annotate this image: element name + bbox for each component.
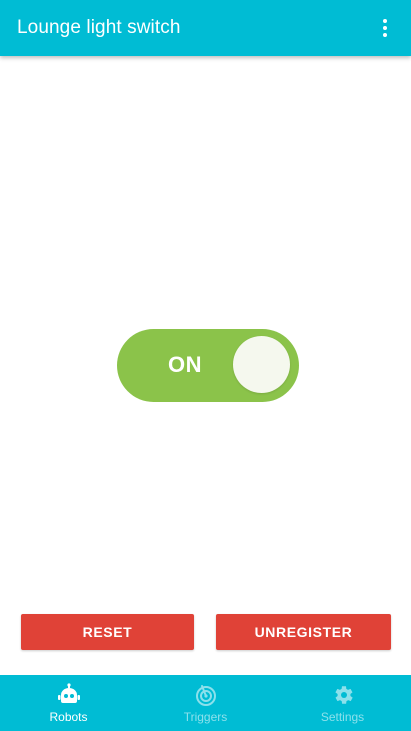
more-vert-icon (383, 19, 387, 23)
light-toggle-switch[interactable]: ON (117, 329, 299, 402)
unregister-button[interactable]: UNREGISTER (216, 614, 391, 650)
radar-icon (195, 685, 216, 706)
nav-item-robots[interactable]: Robots (0, 675, 137, 731)
nav-label-robots: Robots (49, 710, 88, 724)
nav-label-settings: Settings (320, 710, 365, 724)
app-screen: Lounge light switch ON RESET UNREGISTER … (0, 0, 411, 731)
toggle-state-label: ON (168, 352, 202, 377)
more-vert-icon-dot-2 (383, 26, 387, 30)
nav-item-triggers[interactable]: Triggers (137, 675, 274, 731)
robot-icon (57, 683, 80, 703)
more-options-button[interactable] (367, 10, 403, 46)
reset-button[interactable]: RESET (21, 614, 194, 650)
app-bar: Lounge light switch (0, 0, 411, 56)
page-title: Lounge light switch (17, 17, 181, 38)
gear-icon (334, 686, 353, 704)
nav-item-settings[interactable]: Settings (274, 675, 411, 731)
bottom-navigation: Robots Triggers Settings (0, 675, 411, 731)
nav-label-triggers: Triggers (183, 710, 228, 724)
more-vert-icon-dot-3 (383, 33, 387, 37)
toggle-knob (233, 336, 290, 393)
